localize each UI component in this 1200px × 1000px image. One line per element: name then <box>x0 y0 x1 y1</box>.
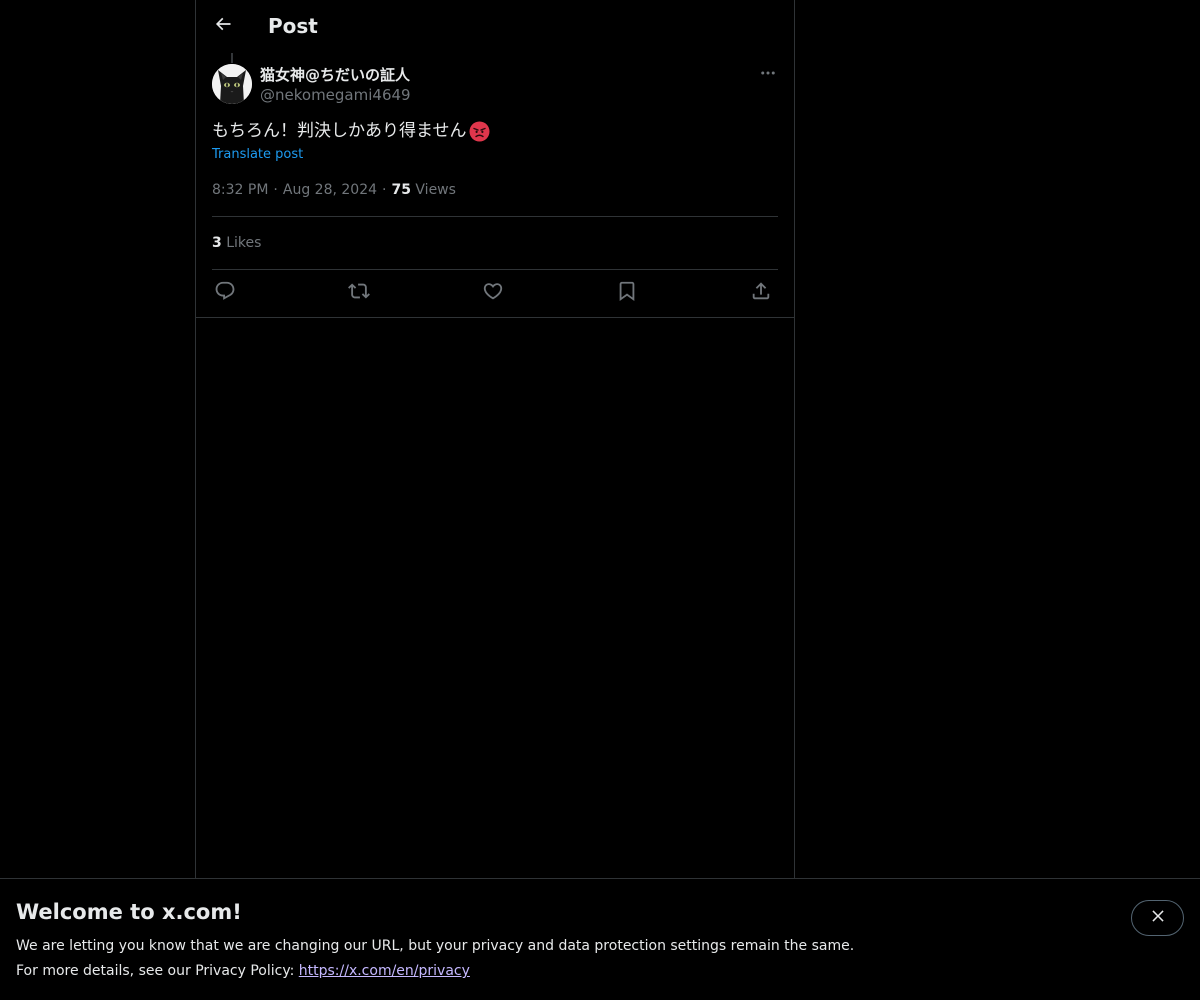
post-body: もちろん！判決しかあり得ません <box>212 118 490 144</box>
black-cat-avatar <box>212 64 252 104</box>
likes-label: Likes <box>226 235 262 251</box>
views-count: 75 <box>391 182 411 198</box>
likes-link[interactable]: 3 Likes <box>212 233 261 253</box>
post-date[interactable]: Aug 28, 2024 <box>283 182 377 198</box>
author-handle[interactable]: @nekomegami4649 <box>260 85 411 105</box>
arrow-left-icon <box>213 14 233 38</box>
post-time[interactable]: 8:32 PM <box>212 182 268 198</box>
banner-privacy-prefix: For more details, see our Privacy Policy… <box>16 963 299 979</box>
close-banner-button[interactable] <box>1131 900 1184 936</box>
post-actions <box>212 280 778 306</box>
page-header: Post <box>196 0 794 53</box>
likes-count: 3 <box>212 235 222 251</box>
share-button[interactable] <box>748 280 774 306</box>
meta-separator: · <box>273 182 278 198</box>
translate-post-link[interactable]: Translate post <box>212 146 303 164</box>
post-meta: 8:32 PM · Aug 28, 2024 · 75 Views <box>212 180 456 200</box>
page-title: Post <box>268 14 318 38</box>
back-button[interactable] <box>208 11 238 41</box>
reply-button[interactable] <box>212 280 238 306</box>
author-name[interactable]: 猫女神@ちだいの証人 <box>260 65 410 85</box>
reply-icon <box>214 280 236 306</box>
more-options-button[interactable] <box>756 64 780 86</box>
banner-privacy-line: For more details, see our Privacy Policy… <box>16 961 470 981</box>
bookmark-button[interactable] <box>614 280 640 306</box>
share-icon <box>750 280 772 306</box>
close-icon <box>1149 907 1167 929</box>
views-label: Views <box>415 182 456 198</box>
bookmark-icon <box>616 280 638 306</box>
divider <box>212 269 778 270</box>
heart-icon <box>482 280 504 306</box>
divider <box>196 317 794 318</box>
post-text: もちろん！判決しかあり得ません <box>212 121 467 141</box>
privacy-policy-link[interactable]: https://x.com/en/privacy <box>299 963 470 979</box>
repost-button[interactable] <box>346 280 372 306</box>
more-horizontal-icon <box>759 64 777 86</box>
post-column: Post 猫女神@ちだいの証人 @nekomegami4649 もちろん！判決し… <box>195 0 795 878</box>
angry-face-emoji <box>469 121 490 142</box>
banner-message: We are letting you know that we are chan… <box>16 938 855 954</box>
divider <box>212 216 778 217</box>
welcome-banner: Welcome to x.com! We are letting you kno… <box>0 878 1200 1000</box>
banner-title: Welcome to x.com! <box>16 900 242 924</box>
meta-separator: · <box>382 182 387 198</box>
thread-line <box>231 53 233 63</box>
repost-icon <box>348 280 370 306</box>
avatar[interactable] <box>212 64 252 104</box>
like-button[interactable] <box>480 280 506 306</box>
